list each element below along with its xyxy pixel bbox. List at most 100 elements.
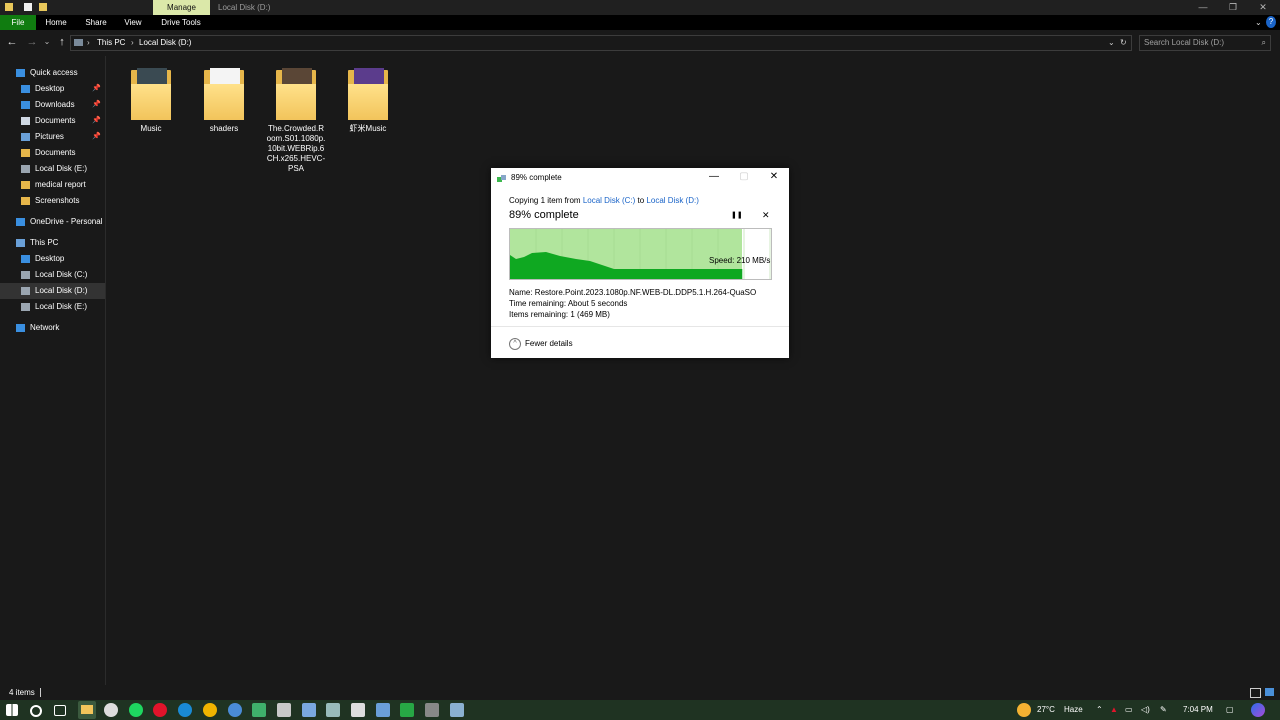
search-taskbar-icon[interactable] — [30, 705, 42, 717]
desktop-folder-icon — [21, 85, 30, 93]
app-icon[interactable] — [425, 703, 439, 717]
sidebar-item-local-disk-c[interactable]: Local Disk (C:) — [0, 267, 105, 283]
sidebar-item-label: Documents — [35, 116, 76, 125]
spotify-icon[interactable] — [129, 703, 143, 717]
sidebar-item-local-disk-e[interactable]: Local Disk (E:) — [0, 161, 105, 177]
address-bar[interactable]: › This PC › Local Disk (D:) ⌄ ↻ — [70, 35, 1132, 51]
help-icon[interactable]: ? — [1266, 16, 1276, 28]
drive-icon — [21, 303, 30, 311]
close-button[interactable]: ✕ — [1248, 0, 1278, 15]
destination-link[interactable]: Local Disk (D:) — [646, 196, 698, 205]
tab-drive-tools[interactable]: Drive Tools — [156, 15, 206, 30]
drive-icon — [21, 287, 30, 295]
up-icon[interactable]: ↑ — [55, 35, 69, 49]
expand-ribbon-icon[interactable]: ⌄ — [1255, 15, 1265, 30]
sidebar-item-label: Screenshots — [35, 196, 80, 205]
pictures-icon — [21, 133, 30, 141]
sidebar-item-medical-report[interactable]: medical report — [0, 177, 105, 193]
large-icons-view-icon[interactable] — [1265, 688, 1274, 696]
sidebar-item-desktop[interactable]: Desktop — [0, 251, 105, 267]
weather-text[interactable]: Haze — [1064, 700, 1083, 720]
weather-icon[interactable] — [1017, 703, 1031, 717]
folder-icon — [21, 181, 30, 189]
recent-locations-icon[interactable]: ⌄ — [40, 35, 54, 49]
minimize-button[interactable]: — — [1188, 0, 1218, 15]
sidebar-item-onedrive-personal[interactable]: OneDrive - Personal — [0, 214, 105, 230]
sidebar-item-screenshots[interactable]: Screenshots — [0, 193, 105, 209]
app-icon[interactable] — [400, 703, 414, 717]
app-icon[interactable] — [450, 703, 464, 717]
manage-tab[interactable]: Manage — [153, 0, 210, 15]
folder-name: 虾米Music — [349, 124, 387, 133]
copilot-icon[interactable] — [1251, 703, 1265, 717]
tab-file[interactable]: File — [0, 15, 36, 30]
dialog-close-button[interactable]: ✕ — [759, 168, 789, 186]
breadcrumb-chevron-icon[interactable]: › — [87, 36, 90, 50]
folder-item[interactable]: Music — [121, 66, 181, 134]
app-icon[interactable] — [302, 703, 316, 717]
search-input[interactable]: Search Local Disk (D:) ⌕ — [1139, 35, 1271, 51]
folder-item[interactable]: The.Crowded.Room.S01.1080p.10bit.WEBRip.… — [266, 66, 326, 174]
explorer-icon — [5, 3, 13, 11]
antivirus-icon[interactable]: ▲ — [1110, 700, 1118, 720]
sidebar-item-documents[interactable]: Documents — [0, 145, 105, 161]
network-tray-icon[interactable]: ▭ — [1125, 700, 1133, 720]
pen-icon[interactable]: ✎ — [1160, 700, 1167, 720]
breadcrumb-chevron-icon[interactable]: › — [131, 36, 134, 50]
refresh-icon[interactable]: ↻ — [1120, 36, 1127, 50]
volume-icon[interactable]: ◁) — [1141, 700, 1150, 720]
app-icon[interactable] — [376, 703, 390, 717]
source-link[interactable]: Local Disk (C:) — [583, 196, 635, 205]
sidebar-item-local-disk-d[interactable]: Local Disk (D:) — [0, 283, 105, 299]
sidebar-item-network[interactable]: Network — [0, 320, 105, 336]
breadcrumb-local-disk-d[interactable]: Local Disk (D:) — [139, 36, 191, 50]
sidebar-item-documents[interactable]: Documents 📌 — [0, 113, 105, 129]
pause-button[interactable]: ❚❚ — [731, 211, 743, 219]
details-view-icon[interactable] — [1250, 688, 1261, 698]
breadcrumb-this-pc[interactable]: This PC — [97, 36, 125, 50]
folder-item[interactable]: shaders — [194, 66, 254, 134]
sidebar-item-quick-access[interactable]: Quick access — [0, 65, 105, 81]
cancel-button[interactable]: ✕ — [762, 210, 770, 221]
forward-icon[interactable]: → — [25, 35, 39, 49]
sidebar-item-pictures[interactable]: Pictures 📌 — [0, 129, 105, 145]
back-icon[interactable]: ← — [5, 35, 19, 49]
maximize-button[interactable]: ❐ — [1218, 0, 1248, 15]
tab-home[interactable]: Home — [40, 15, 72, 30]
copy-prefix: Copying 1 item from — [509, 196, 581, 205]
file-explorer-taskbar-button[interactable] — [78, 701, 96, 719]
tab-share[interactable]: Share — [80, 15, 112, 30]
app-icon[interactable] — [351, 703, 365, 717]
address-dropdown-icon[interactable]: ⌄ — [1108, 36, 1115, 50]
dialog-minimize-button[interactable]: — — [699, 168, 729, 186]
task-view-icon[interactable] — [54, 705, 66, 716]
sidebar-item-desktop[interactable]: Desktop 📌 — [0, 81, 105, 97]
chrome-icon[interactable] — [203, 703, 217, 717]
app-icon[interactable] — [277, 703, 291, 717]
app-icon[interactable] — [326, 703, 340, 717]
network-icon — [16, 324, 25, 332]
music-app-icon[interactable] — [153, 703, 167, 717]
sidebar-item-this-pc[interactable]: This PC — [0, 235, 105, 251]
show-hidden-icons-icon[interactable]: ⌃ — [1096, 700, 1103, 720]
tab-view[interactable]: View — [118, 15, 148, 30]
sidebar-item-label: Local Disk (D:) — [35, 286, 88, 295]
new-folder-icon[interactable] — [39, 3, 47, 11]
copy-icon — [497, 175, 506, 182]
clock[interactable]: 7:04 PM — [1183, 700, 1213, 720]
properties-icon[interactable] — [24, 3, 32, 11]
edge-icon[interactable] — [178, 703, 192, 717]
sidebar-item-downloads[interactable]: Downloads 📌 — [0, 97, 105, 113]
browser-icon[interactable] — [228, 703, 242, 717]
sidebar-item-label: Local Disk (C:) — [35, 270, 88, 279]
temperature[interactable]: 27°C — [1037, 700, 1055, 720]
folder-item[interactable]: 虾米Music — [338, 66, 398, 134]
app-icon[interactable] — [252, 703, 266, 717]
start-icon[interactable] — [6, 704, 18, 716]
notifications-icon[interactable]: ▢ — [1226, 700, 1234, 720]
sidebar-item-local-disk-e[interactable]: Local Disk (E:) — [0, 299, 105, 315]
pin-icon: 📌 — [92, 101, 101, 108]
speed-chart — [510, 229, 771, 279]
fewer-details-button[interactable]: ^ Fewer details — [509, 338, 573, 350]
media-player-icon[interactable] — [104, 703, 118, 717]
